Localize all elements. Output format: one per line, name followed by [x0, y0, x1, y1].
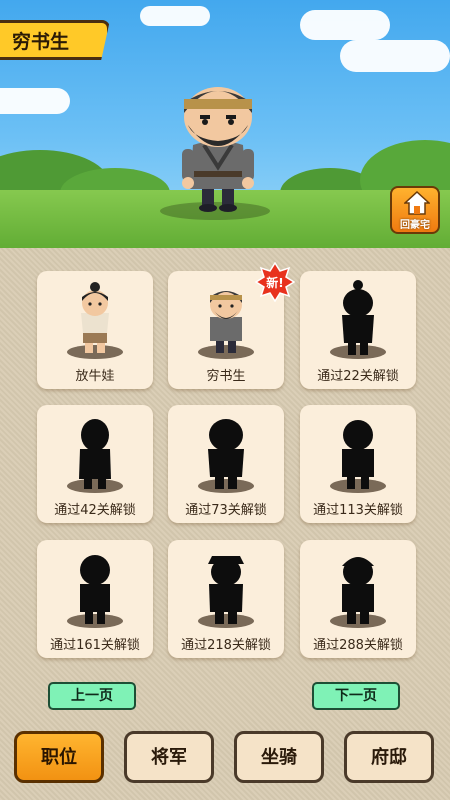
locked-silhouette-figure — [208, 556, 244, 624]
character-scene: 穷书生 回豪宅 — [0, 0, 450, 248]
character-label: 通过161关解锁 — [50, 638, 140, 653]
character-name: 穷书生 — [12, 30, 70, 53]
new-badge-label: 新! — [266, 275, 283, 290]
character-label: 穷书生 — [206, 369, 246, 384]
character-name-banner: 穷书生 — [0, 20, 110, 60]
character-card-locked[interactable]: 通过73关解锁 — [168, 405, 284, 523]
tab-general[interactable]: 将军 — [124, 731, 214, 783]
character-label: 通过288关解锁 — [313, 638, 403, 653]
character-card-locked[interactable]: 通过42关解锁 — [37, 405, 153, 523]
locked-silhouette-figure — [208, 419, 244, 489]
character-card-locked[interactable]: 通过113关解锁 — [300, 405, 416, 523]
character-label: 放牛娃 — [75, 369, 115, 384]
character-label: 通过22关解锁 — [317, 369, 399, 384]
character-card-locked[interactable]: 通过22关解锁 — [300, 271, 416, 389]
character-card-locked[interactable]: 通过218关解锁 — [168, 540, 284, 658]
locked-silhouette-figure — [342, 280, 374, 355]
character-label: 通过218关解锁 — [181, 638, 271, 653]
character-label: 通过42关解锁 — [54, 503, 136, 518]
character-label: 通过73关解锁 — [185, 503, 267, 518]
cloud — [300, 10, 390, 40]
home-button-label: 回豪宅 — [400, 220, 430, 231]
tab-mansion[interactable]: 府邸 — [344, 731, 434, 783]
new-badge: 新! — [255, 262, 295, 302]
locked-silhouette-figure — [342, 420, 374, 489]
cloud — [0, 88, 70, 114]
house-icon — [404, 191, 430, 215]
cloud — [140, 6, 210, 26]
character-card-cowherd[interactable]: 放牛娃 — [37, 271, 153, 389]
next-page-button[interactable]: 下一页 — [312, 682, 400, 710]
prev-page-button[interactable]: 上一页 — [48, 682, 136, 710]
locked-silhouette-figure — [342, 557, 374, 624]
home-button[interactable]: 回豪宅 — [390, 186, 440, 234]
cloud — [340, 40, 450, 72]
character-label: 通过113关解锁 — [313, 503, 403, 518]
cowherd-boy-figure — [81, 282, 109, 353]
locked-silhouette-figure — [80, 555, 110, 624]
locked-silhouette-figure — [79, 419, 111, 489]
scholar-figure — [210, 291, 242, 353]
tab-position[interactable]: 职位 — [14, 731, 104, 783]
character-card-locked[interactable]: 通过288关解锁 — [300, 540, 416, 658]
character-card-locked[interactable]: 通过161关解锁 — [37, 540, 153, 658]
tab-mount[interactable]: 坐骑 — [234, 731, 324, 783]
scholar-character-portrait — [182, 87, 254, 212]
